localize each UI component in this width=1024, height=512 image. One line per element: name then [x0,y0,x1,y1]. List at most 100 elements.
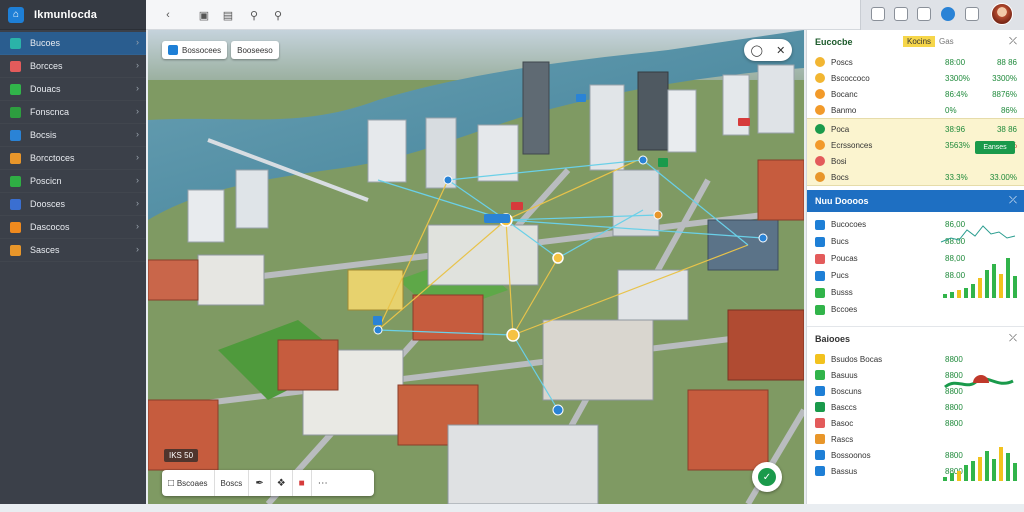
bookmark-icon[interactable]: ▣ [196,7,212,23]
chevron-right-icon: › [136,37,139,47]
map-bottom-toolbar: □ Bscoaes Boscs ✒ ❖ ■ ⋯ [162,470,374,496]
map-canvas[interactable] [148,30,804,504]
search-icon[interactable]: ⚲ [246,7,262,23]
list-item-label: Basoc [831,418,854,428]
sidebar-item[interactable]: Fonscnca › [0,101,146,124]
sparkline [940,225,1016,243]
metric-row[interactable]: Banmo 0% 86% [807,102,1024,118]
image-icon[interactable]: ▤ [220,7,236,23]
metric-value: 3563% [945,140,970,150]
list-item-label: Bucocoes [831,220,867,229]
sidebar-item[interactable]: Dascocos › [0,216,146,239]
expand-icon[interactable]: ⤫ [1009,36,1017,47]
more-icon: ⋯ [317,477,328,489]
sidebar-item[interactable]: Doosces › [0,193,146,216]
calendar-icon[interactable] [871,7,885,21]
info-icon [10,244,21,256]
metric-row[interactable]: Poca 38:96 38 86 [807,121,1024,137]
measure-tool-button[interactable]: ❖ [271,470,293,496]
list-item-label: Basccs [831,402,857,412]
sidebar-header: ⌂ Ikmunlocda [0,0,146,30]
sidebar-item[interactable]: Bucoes › [0,32,146,55]
list-item[interactable]: Bsudos Bocas 8800 [807,351,1024,367]
node-hub-south[interactable] [506,328,520,342]
metric-label: Banmo [831,105,857,115]
chevron-right-icon: › [136,175,139,185]
layer-select-button[interactable]: Bossocees [162,41,228,59]
chart-icon [10,129,21,141]
city-map-view[interactable]: Bossocees Booseeso ◯ ✕ IKS 50 □ Bscoaes … [148,30,804,504]
map-marker[interactable] [658,158,668,167]
sidebar-item-label: Sasces [30,245,60,255]
map-marker[interactable] [373,316,382,325]
sidebar-item[interactable]: Sasces › [0,239,146,262]
node[interactable] [552,404,564,416]
node[interactable] [552,252,564,264]
sidebar-item[interactable]: Bocsis › [0,124,146,147]
files-icon[interactable] [894,7,908,21]
user-avatar[interactable] [991,3,1013,25]
status-icon [815,156,825,166]
back-arrow-icon[interactable]: ‹ [160,7,176,23]
collapse-icon[interactable]: ⤫ [1009,195,1017,206]
node[interactable] [758,233,768,243]
app-root: ⌂ Ikmunlocda Bucoes › Borcces › Douacs › Fonsc… [0,0,1024,512]
layer-filter-button[interactable]: Booseeso [231,41,279,59]
chevron-right-icon: › [136,221,139,231]
list-item-value: 8800 [945,354,963,364]
bar [943,294,947,298]
sidebar-item[interactable]: Poscicn › [0,170,146,193]
metric-label: Ecrssonces [831,140,873,150]
metric-label: Bosi [831,156,847,166]
node[interactable] [638,155,648,165]
list-item-label: Bsudos Bocas [831,354,883,364]
bar [985,451,989,481]
map-marker[interactable] [576,94,586,102]
tasks-icon[interactable] [917,7,931,21]
messages-icon[interactable] [965,7,979,21]
category-icon [815,219,825,230]
node[interactable] [653,210,663,220]
map-action-button[interactable]: ✓ [752,462,782,492]
expand-icon[interactable]: ⤫ [1009,333,1017,344]
ruler-icon: ❖ [276,477,286,489]
status-icon [815,73,825,83]
sidebar-item-label: Doosces [30,199,66,209]
add-icon: ✓ [758,468,776,486]
map-marker-alert[interactable] [738,118,750,126]
locate-icon[interactable]: ◯ [751,44,763,57]
folder-icon [10,152,21,164]
pin-icon [10,106,21,118]
map-marker-alert[interactable] [511,202,523,210]
list-item-label: Boscuns [831,386,862,396]
close-icon[interactable]: ✕ [776,44,785,57]
sidebar-item[interactable]: Douacs › [0,78,146,101]
category-icon [815,304,825,315]
summary-tag[interactable]: Kocins [903,36,936,47]
metric-row[interactable]: Bocs 33.3% 33.00% [807,169,1024,185]
draw-tool-button[interactable]: ✒ [249,470,271,496]
metric-row[interactable]: Bocanc 86:4% 8876% [807,86,1024,102]
map-marker-label[interactable] [484,214,510,223]
bar [971,461,975,481]
node[interactable] [443,175,453,185]
summary-title: Eucocbe [815,37,853,47]
zoom-icon[interactable]: ⚲ [270,7,286,23]
node[interactable] [373,325,383,335]
sidebar-item-label: Poscicn [30,176,62,186]
metric-label: Bocs [831,172,849,182]
app-logo-icon[interactable]: ⌂ [8,6,24,23]
map-view-button[interactable]: Boscs [215,470,250,496]
bar [999,447,1003,481]
sidebar-item[interactable]: Borcces › [0,55,146,78]
metric-row[interactable]: Bosi [807,153,1024,169]
notifications-icon[interactable] [941,7,955,21]
metric-row[interactable]: Bscoccoco 3300% 3300% [807,70,1024,86]
apply-button[interactable]: Eanses [975,141,1015,154]
map-mode-button[interactable]: □ Bscoaes [162,470,215,496]
sidebar-item[interactable]: Borcctoces › [0,147,146,170]
metric-row[interactable]: Poscs 88:00 88 86 [807,54,1024,70]
layer-toggle-button[interactable]: ■ [293,470,312,496]
more-tools-button[interactable]: ⋯ [312,470,334,496]
bar [971,284,975,298]
